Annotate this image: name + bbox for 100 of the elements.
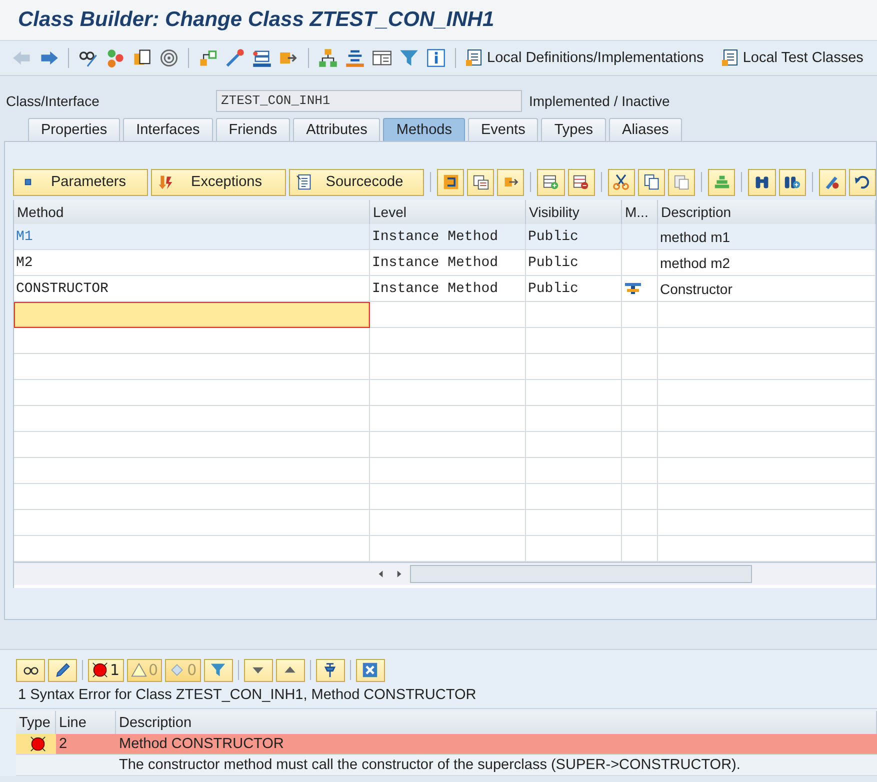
lightning-icon <box>158 174 174 190</box>
copy-button[interactable] <box>638 168 666 196</box>
hierarchy-icon[interactable] <box>198 48 218 68</box>
table-cell <box>622 510 658 536</box>
column-header[interactable]: Line <box>56 711 116 734</box>
filter-icon <box>210 662 226 678</box>
stacked-bars-button[interactable] <box>708 168 736 196</box>
close-icon <box>362 662 378 678</box>
pin-button[interactable] <box>316 658 345 682</box>
tab[interactable]: Interfaces <box>123 118 213 141</box>
binoculars-plus-icon <box>784 174 800 190</box>
input-field[interactable] <box>14 302 370 328</box>
table-cell: Instance Method <box>370 224 526 250</box>
table-cell: Public <box>526 276 622 302</box>
toolbar-button[interactable]: Sourcecode <box>289 168 424 196</box>
column-header[interactable]: Level <box>370 200 526 225</box>
column-header[interactable]: Description <box>658 200 876 225</box>
glasses-button[interactable] <box>16 658 45 682</box>
document-icon <box>720 49 739 67</box>
delete-row-button[interactable] <box>568 168 595 196</box>
status-text: Implemented / Inactive <box>528 93 670 109</box>
window-icon[interactable] <box>372 48 392 68</box>
error-icon <box>30 736 46 752</box>
tab[interactable]: Properties <box>28 118 120 141</box>
table-cell: Instance Method <box>370 276 526 302</box>
column-header[interactable]: Visibility <box>526 200 622 225</box>
pencil-gear-button[interactable] <box>818 168 846 196</box>
table-cell: 2 <box>56 734 116 755</box>
magic-wand-icon[interactable] <box>225 48 245 68</box>
close-button[interactable] <box>356 658 385 682</box>
toolbar-button[interactable]: Parameters <box>13 168 148 196</box>
detail-view-button[interactable] <box>467 168 494 196</box>
column-header[interactable]: Description <box>116 711 877 734</box>
field-label: Class/Interface <box>5 93 100 109</box>
table-cell: Method CONSTRUCTOR <box>116 734 877 755</box>
table-cell: M1 <box>14 224 370 250</box>
toolbar-button[interactable]: Local Definitions/Implementations <box>465 49 714 67</box>
warning-icon <box>130 662 147 678</box>
table-cell: Instance Method <box>370 250 526 276</box>
binoculars-plus-button[interactable] <box>778 168 806 196</box>
stack-icon[interactable] <box>252 48 272 68</box>
info-icon[interactable] <box>426 48 446 68</box>
swap-button[interactable] <box>436 168 464 196</box>
spiral-icon[interactable] <box>159 48 179 68</box>
table-cell <box>622 406 658 432</box>
pencil-gear-icon <box>824 174 840 190</box>
undo-icon <box>854 174 870 190</box>
filter-icon[interactable] <box>399 48 419 68</box>
table-cell <box>622 354 658 380</box>
filter-button[interactable] <box>204 658 233 682</box>
swap-icon <box>442 174 459 190</box>
binoculars-button[interactable] <box>748 168 776 196</box>
toolbar-button[interactable]: Local Test Classes <box>720 49 874 67</box>
class-field[interactable]: ZTEST_CON_INH1 <box>216 90 522 112</box>
column-header[interactable]: M... <box>622 200 658 225</box>
error-count-button[interactable]: 1 <box>88 658 124 682</box>
insert-row-button[interactable] <box>537 168 565 196</box>
tab[interactable]: Aliases <box>609 118 682 141</box>
toolbar-button[interactable]: Exceptions <box>151 168 286 196</box>
table-cell: method m2 <box>658 250 876 276</box>
down-triangle-button[interactable] <box>244 658 273 682</box>
binoculars-icon <box>754 174 770 190</box>
up-triangle-button[interactable] <box>276 658 305 682</box>
error-icon <box>92 662 108 678</box>
table-cell: Public <box>526 250 622 276</box>
undo-button[interactable] <box>848 168 876 196</box>
tab[interactable]: Attributes <box>293 118 380 141</box>
table-cell <box>622 380 658 406</box>
export-button[interactable] <box>497 168 524 196</box>
pencil-button[interactable] <box>48 658 77 682</box>
document-icon <box>465 49 483 67</box>
circles-icon[interactable] <box>105 48 125 68</box>
message-detail: The constructor method must call the constructor of the superclass (SUPER->CONSTRUCTOR). <box>116 755 877 776</box>
align-center-icon[interactable] <box>345 48 365 68</box>
horizontal-scrollbar[interactable] <box>14 562 876 585</box>
table-cell: M2 <box>14 250 370 276</box>
insert-row-icon <box>543 174 560 190</box>
pin-icon <box>322 662 338 678</box>
source-code-icon <box>296 174 312 190</box>
tab[interactable]: Friends <box>216 118 290 141</box>
info-diamond-icon <box>169 662 186 678</box>
delete-row-icon <box>573 174 590 190</box>
column-header[interactable]: Method <box>14 200 370 225</box>
table-cell <box>622 432 658 458</box>
pencil-icon <box>54 662 70 678</box>
detail-view-icon <box>472 174 489 190</box>
tree-icon[interactable] <box>318 48 338 68</box>
table-cell <box>622 484 658 510</box>
table-cell <box>622 458 658 484</box>
tab[interactable]: Types <box>541 118 606 141</box>
column-header[interactable]: Type <box>16 711 56 734</box>
window-title: Class Builder: Change Class ZTEST_CON_INH1 <box>18 8 494 32</box>
tab[interactable]: Methods <box>383 118 465 141</box>
stacked-bars-icon <box>714 174 730 190</box>
tab[interactable]: Events <box>468 118 538 141</box>
scissors-icon <box>613 174 630 190</box>
table-cell: Constructor <box>658 276 876 302</box>
table-cell <box>622 328 658 354</box>
scroll-thumb[interactable] <box>410 565 752 583</box>
scissors-button[interactable] <box>608 168 635 196</box>
